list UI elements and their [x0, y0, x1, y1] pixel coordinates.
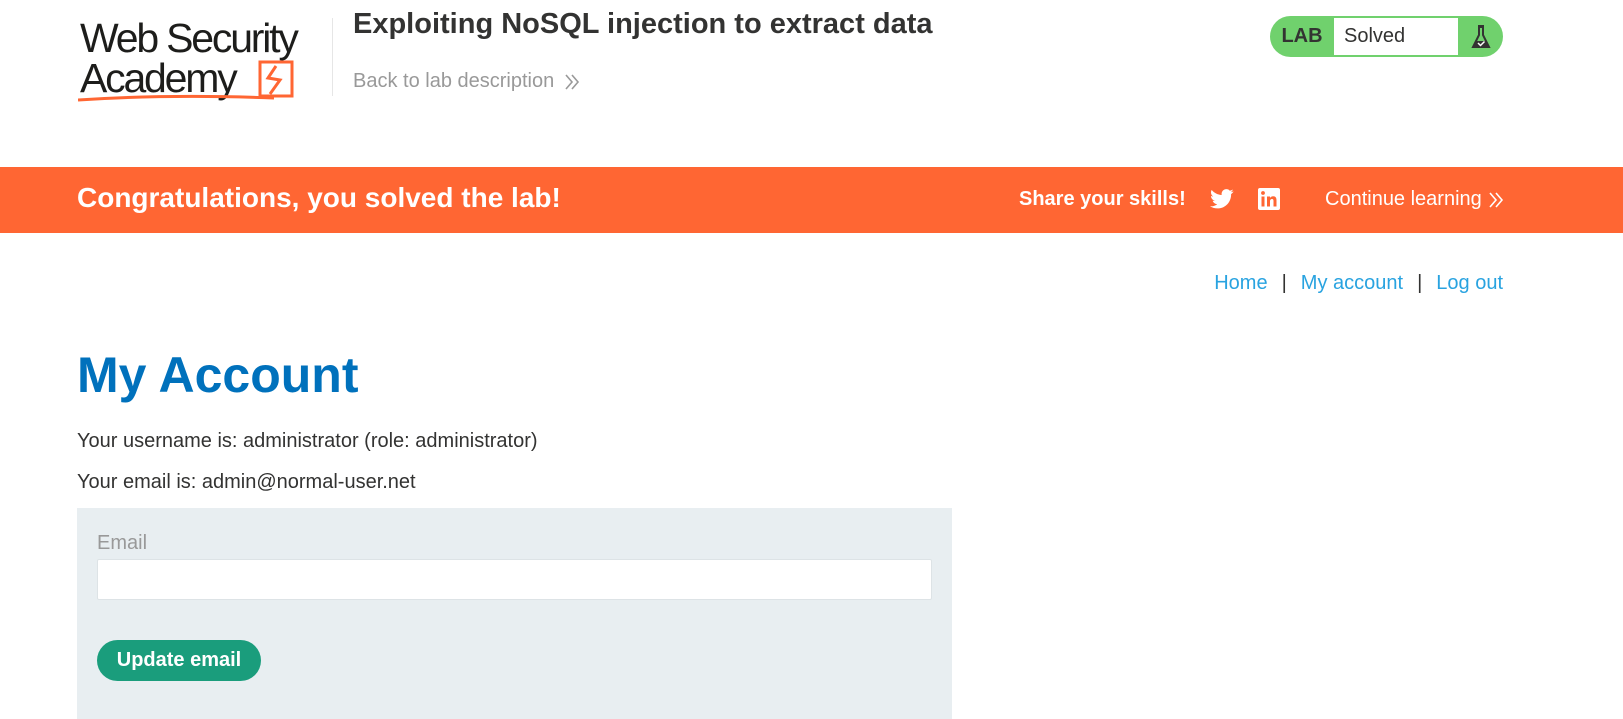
chevron-double-right-icon	[1489, 191, 1503, 208]
nav-separator: |	[1417, 272, 1423, 294]
lab-status-widget: LAB Solved	[1270, 16, 1503, 57]
email-field-label: Email	[97, 532, 148, 554]
continue-learning-label: Continue learning	[1325, 188, 1482, 210]
username-info: Your username is: administrator (role: a…	[77, 430, 538, 452]
logo-text-line2: Academy	[80, 55, 238, 101]
twitter-icon[interactable]	[1210, 188, 1234, 215]
lab-title: Exploiting NoSQL injection to extract da…	[353, 8, 933, 40]
continue-learning-link[interactable]: Continue learning	[1325, 188, 1504, 211]
my-account-link[interactable]: My account	[1301, 272, 1403, 295]
nav-separator: |	[1281, 272, 1287, 294]
congratulations-message: Congratulations, you solved the lab!	[77, 182, 561, 213]
account-nav: Home | My account | Log out	[1214, 272, 1503, 295]
lab-status-label: LAB	[1281, 25, 1323, 47]
back-to-lab-description-link[interactable]: Back to lab description	[353, 70, 580, 93]
lab-status-value: Solved	[1334, 18, 1458, 55]
change-email-form: Email Update email	[77, 508, 952, 719]
home-link[interactable]: Home	[1214, 272, 1267, 295]
chevron-double-right-icon	[565, 73, 580, 90]
share-skills-label: Share your skills!	[1019, 188, 1186, 210]
email-info: Your email is: admin@normal-user.net	[77, 471, 416, 493]
logo-divider	[332, 18, 333, 96]
web-security-academy-logo[interactable]: Web Security Academy	[77, 14, 318, 104]
lab-solved-banner: Congratulations, you solved the lab! Sha…	[0, 167, 1623, 233]
flask-icon	[1458, 16, 1503, 57]
linkedin-icon[interactable]	[1258, 188, 1280, 215]
update-email-button[interactable]: Update email	[97, 640, 261, 681]
back-link-label: Back to lab description	[353, 70, 555, 92]
email-field[interactable]	[97, 559, 932, 600]
page-header: Web Security Academy Exploiting NoSQL in…	[0, 0, 1623, 161]
logo-graphic: Web Security Academy	[77, 15, 302, 102]
log-out-link[interactable]: Log out	[1436, 272, 1503, 295]
page-title: My Account	[77, 347, 359, 403]
